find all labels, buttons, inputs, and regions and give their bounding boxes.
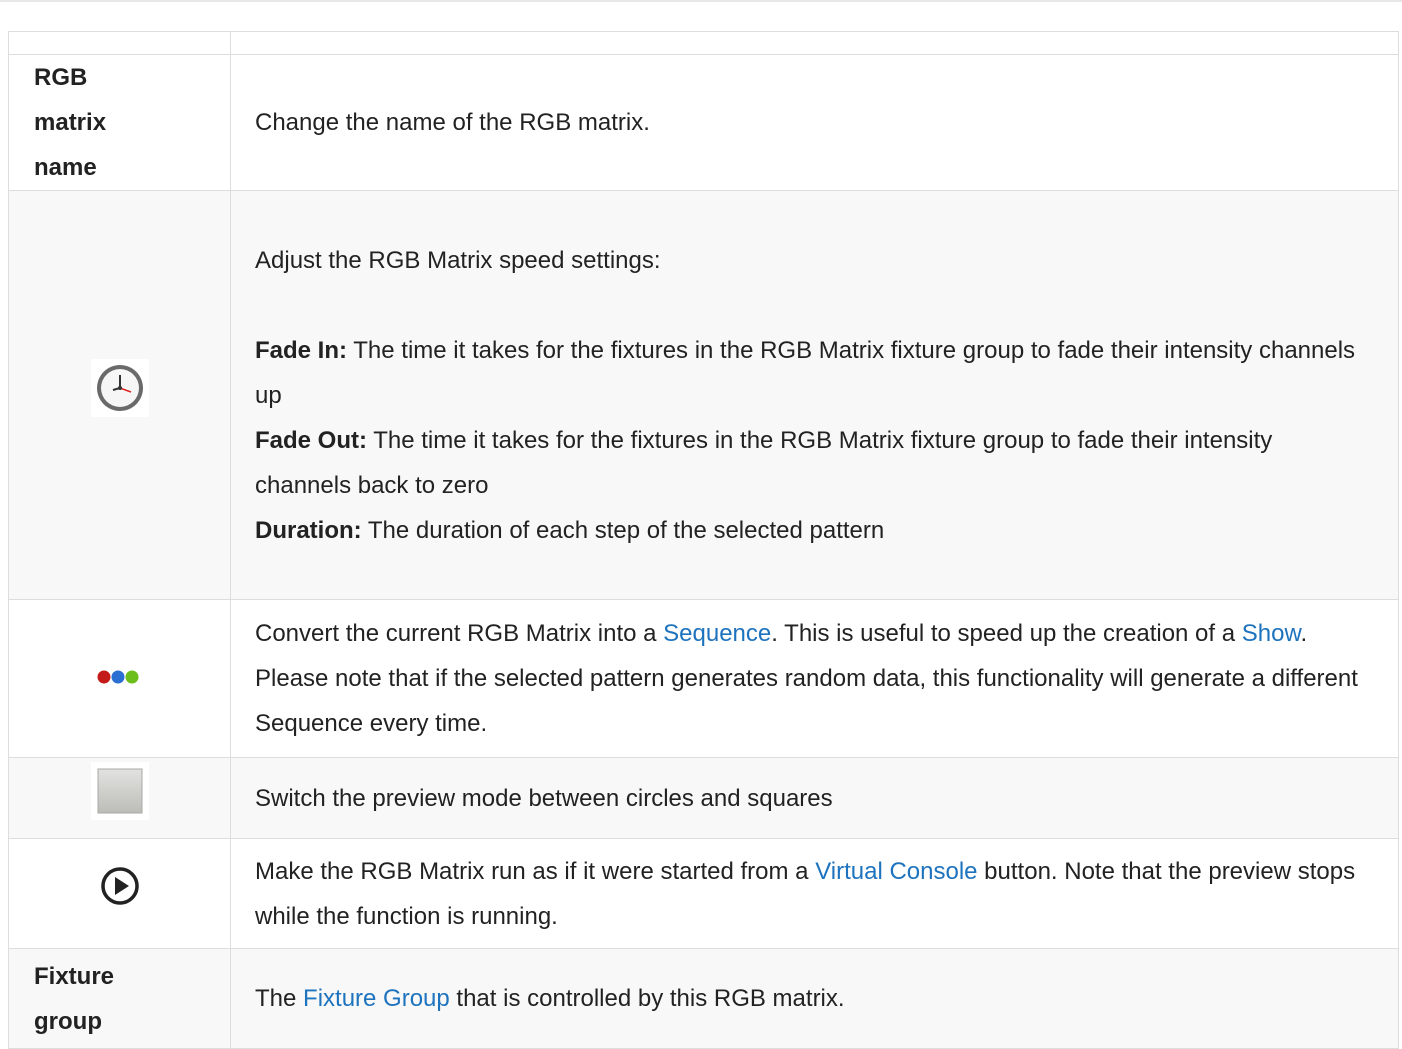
fade-in-description: Fade In: The time it takes for the fixtu… [255, 336, 1356, 409]
top-divider [0, 0, 1402, 2]
table-header-row [8, 31, 1399, 55]
label-word: Fixture [34, 962, 115, 990]
row-description: Switch the preview mode between circles … [230, 757, 1399, 839]
duration-label: Duration: [255, 516, 362, 544]
fixture-group-link[interactable]: Fixture Group [303, 985, 450, 1012]
table-row: Make the RGB Matrix run as if it were st… [8, 838, 1399, 949]
icon-cell [8, 757, 231, 839]
label-word: matrix [34, 109, 107, 136]
sequence-dots-icon [91, 657, 149, 702]
label-word: RGB [34, 64, 88, 91]
speed-intro: Adjust the RGB Matrix speed settings: [255, 246, 661, 274]
row-label-fixture-group: Fixture group [8, 948, 231, 1049]
row-description: Convert the current RGB Matrix into a Se… [230, 599, 1399, 758]
clock-icon [91, 358, 149, 432]
virtual-console-link[interactable]: Virtual Console [815, 858, 977, 885]
table-row: Switch the preview mode between circles … [8, 757, 1399, 839]
header-cell-empty [8, 31, 231, 55]
row-description: Change the name of the RGB matrix. [230, 54, 1399, 191]
table-row: RGB matrix name Change the name of the RGB… [8, 54, 1399, 191]
sequence-link[interactable]: Sequence [663, 620, 771, 647]
show-link[interactable]: Show [1242, 620, 1301, 647]
row-description: Make the RGB Matrix run as if it were st… [230, 838, 1399, 949]
row-description: The Fixture Group that is controlled by … [230, 948, 1399, 1049]
label-word: group [34, 1007, 102, 1035]
label-word: name [34, 154, 97, 181]
table-row: Fixture group The Fixture Group that is c… [8, 948, 1399, 1049]
icon-cell [8, 599, 231, 758]
duration-description: Duration: The duration of each step of t… [255, 516, 885, 544]
table-row: Adjust the RGB Matrix speed settings: Fa… [8, 190, 1399, 600]
row-description: Adjust the RGB Matrix speed settings: Fa… [230, 190, 1399, 600]
fade-out-label: Fade Out: [255, 426, 367, 454]
rgb-matrix-controls-table: RGB matrix name Change the name of the RGB… [8, 31, 1399, 1049]
fade-in-label: Fade In: [255, 336, 348, 364]
fade-out-description: Fade Out: The time it takes for the fixt… [255, 426, 1273, 499]
icon-cell [8, 190, 231, 600]
header-cell-empty [230, 31, 1399, 55]
row-label-rgb-matrix-name: RGB matrix name [8, 54, 231, 191]
icon-cell [8, 838, 231, 949]
square-preview-icon [91, 761, 149, 835]
play-icon [100, 866, 140, 921]
table-row: Convert the current RGB Matrix into a Se… [8, 599, 1399, 758]
